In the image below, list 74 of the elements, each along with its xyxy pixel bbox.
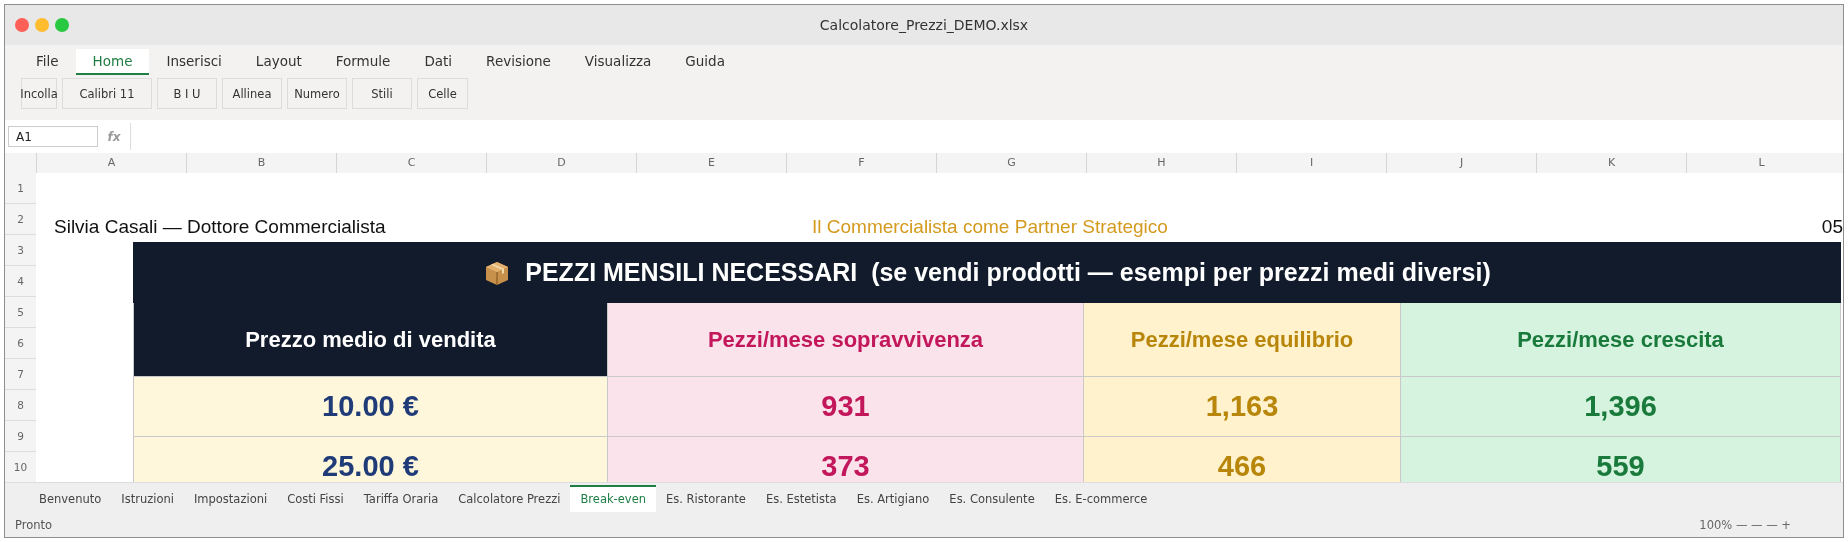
column-header[interactable]: L [1686,153,1836,173]
sheet-tab[interactable]: Es. Consulente [939,485,1045,512]
table-title: PEZZI MENSILI NECESSARI (se vendi prodotti — esempi per prezzi medi diversi) [525,258,1491,287]
sheet-tab[interactable]: Tariffa Oraria [353,485,449,512]
ribbon-tab[interactable]: Dati [407,49,470,75]
ribbon-tab[interactable]: Guida [668,49,742,75]
row-header[interactable]: 4 [5,266,36,297]
table-cell: 559 [1401,437,1841,482]
ribbon-tab[interactable]: File [19,49,76,75]
column-header[interactable]: J [1386,153,1536,173]
column-heading: Prezzo medio di vendita [133,303,608,377]
ribbon-tab[interactable]: Home [75,49,150,75]
column-heading: Pezzi/mese crescita [1401,303,1841,377]
row-header[interactable]: 1 [5,173,36,204]
ribbon-tab[interactable]: Formule [318,49,408,75]
column-header[interactable]: G [936,153,1086,173]
ribbon-tab[interactable]: Revisione [469,49,568,75]
ribbon-tab[interactable]: Inserisci [149,49,239,75]
sheet-tab[interactable]: Es. Estetista [755,485,847,512]
row-header[interactable]: 2 [5,204,36,235]
table-cell: 25.00 € [133,437,608,482]
ribbon-button[interactable]: B I U [157,78,217,109]
column-header[interactable]: E [636,153,786,173]
column-heading: Pezzi/mese equilibrio [1084,303,1401,377]
row-header[interactable]: 3 [5,235,36,266]
sheet-tab[interactable]: Costi Fissi [277,485,354,512]
zoom-control[interactable]: 100% — — — + [1699,517,1791,532]
fx-label: fx [106,129,122,144]
close-button[interactable] [15,18,29,32]
window-title: Calcolatore_Prezzi_DEMO.xlsx [819,17,1029,33]
row-header[interactable]: 5 [5,297,36,328]
sheet-tab[interactable]: Es. Artigiano [846,485,940,512]
status-text: Pronto [15,517,53,532]
ribbon-button[interactable]: Calibri 11 [62,78,152,109]
column-header[interactable]: A [36,153,186,173]
column-header[interactable]: I [1236,153,1386,173]
column-header[interactable]: K [1536,153,1686,173]
sheet-tab[interactable]: Istruzioni [111,485,184,512]
table-cell: 931 [608,377,1084,437]
ribbon-button[interactable]: Stili [352,78,412,109]
ribbon-button[interactable]: Incolla [21,78,57,109]
name-box[interactable]: A1 [8,126,98,147]
sheet-tab[interactable]: Benvenuto [29,485,112,512]
ribbon-tab[interactable]: Layout [238,49,319,75]
table-cell: 1,396 [1401,377,1841,437]
column-header[interactable]: B [186,153,336,173]
sheet-tab[interactable]: Impostazioni [183,485,278,512]
sheet-text: Silvia Casali — Dottore Commercialista [54,216,386,238]
sheet-text: Il Commercialista come Partner Strategico [812,216,1168,238]
column-header[interactable]: H [1086,153,1236,173]
column-header[interactable]: C [336,153,486,173]
sheet-tab[interactable]: Break-even [570,485,656,512]
sheet-text: 05 [1821,216,1843,238]
sheet-tab[interactable]: Es. E-commerce [1044,485,1158,512]
sheet-tab[interactable]: Calcolatore Prezzi [448,485,571,512]
minimize-button[interactable] [35,18,49,32]
sheet-tab[interactable]: Es. Ristorante [656,485,756,512]
column-header[interactable]: D [486,153,636,173]
table-cell: 10.00 € [133,377,608,437]
column-header[interactable]: F [786,153,936,173]
table-cell: 466 [1084,437,1401,482]
column-heading: Pezzi/mese sopravvivenza [608,303,1084,377]
row-header[interactable]: 6 [5,328,36,359]
ribbon-tab[interactable]: Visualizza [567,49,669,75]
row-header[interactable]: 9 [5,421,36,452]
ribbon-button[interactable]: Allinea [222,78,282,109]
table-cell: 1,163 [1084,377,1401,437]
ribbon-button[interactable]: Celle [417,78,468,109]
ribbon-button[interactable]: Numero [287,78,347,109]
maximize-button[interactable] [55,18,69,32]
table-cell: 373 [608,437,1084,482]
row-header[interactable]: 8 [5,390,36,421]
row-header[interactable]: 7 [5,359,36,390]
row-header[interactable]: 10 [5,452,36,482]
